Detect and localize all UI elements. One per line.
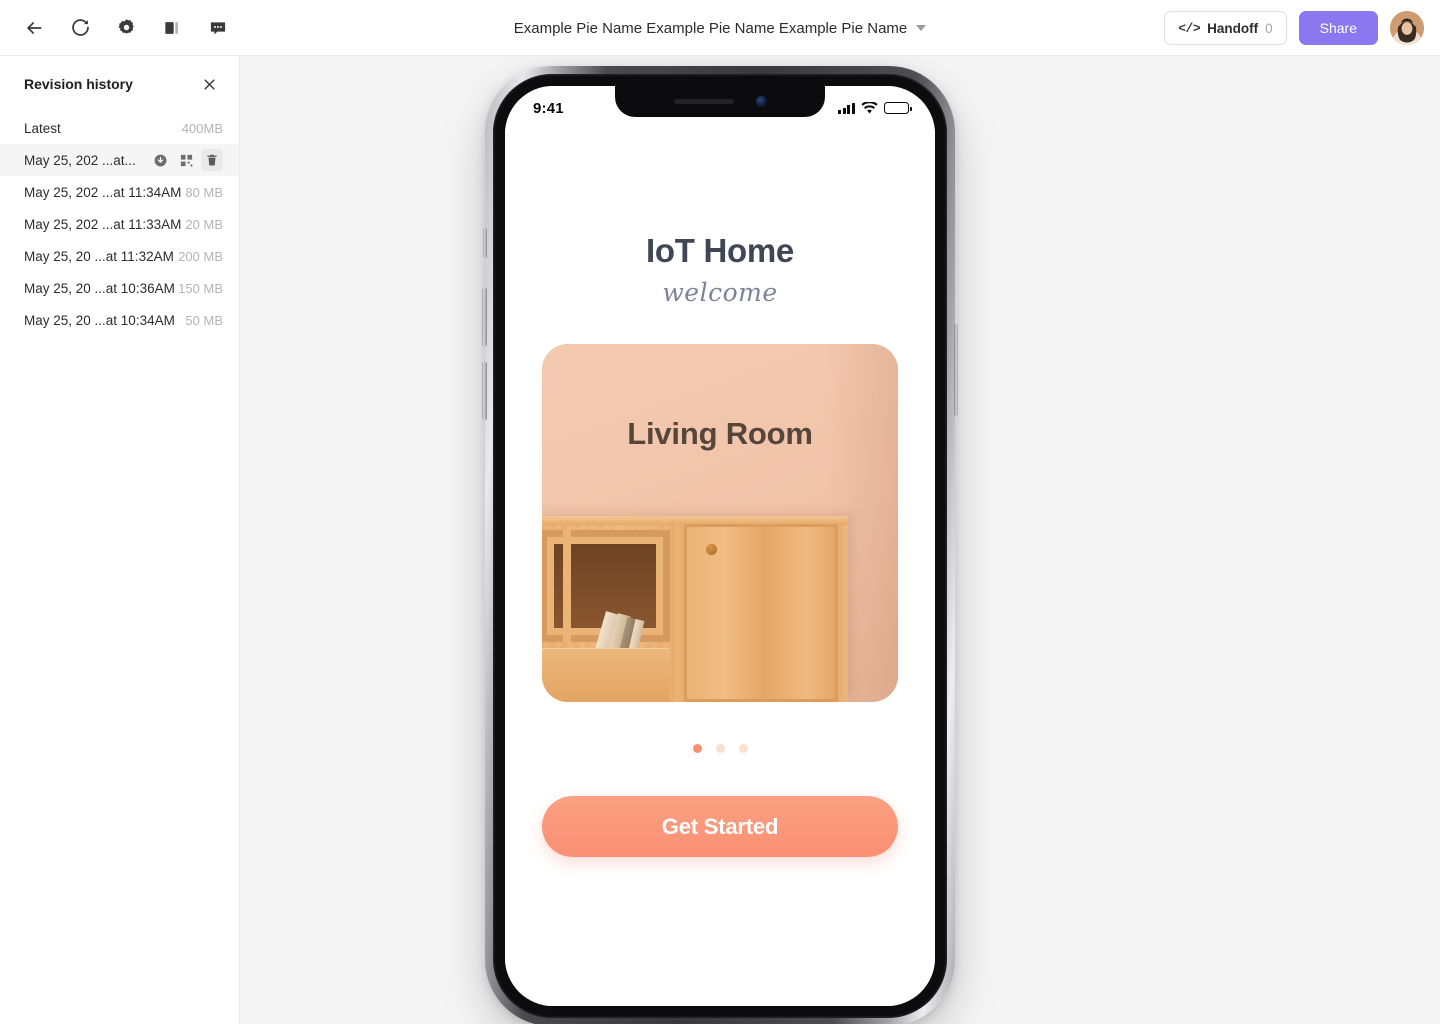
device-screen: IoT Home welcome Living Room Get Started… [505,86,935,1006]
code-brackets-icon: </> [1178,20,1201,36]
restore-revision-button[interactable] [175,149,197,171]
get-started-button[interactable]: Get Started [542,796,898,857]
document-title-menu[interactable]: Example Pie Name Example Pie Name Exampl… [508,16,933,41]
chevron-down-icon [916,25,927,31]
revision-size: 150 MB [178,280,223,296]
close-panel-button[interactable] [197,72,221,96]
grid-squares-icon [180,154,192,166]
list-item[interactable]: May 25, 202 ...at 11:34AM 80 MB [0,176,239,208]
comments-button[interactable] [200,10,236,46]
power-button [953,324,958,416]
cabinet-illustration [542,516,848,702]
revision-size: 200 MB [178,248,223,264]
shelf-divider [563,530,571,642]
get-started-label: Get Started [661,813,779,839]
comment-icon [210,21,226,34]
list-item[interactable]: May 25, 20 ...at 10:36AM 150 MB [0,272,239,304]
revision-size: 400MB [181,120,223,136]
download-revision-button[interactable] [149,149,171,171]
panel-title: Revision history [24,76,133,92]
reload-button[interactable] [62,10,98,46]
top-toolbar: Example Pie Name Example Pie Name Exampl… [0,0,1440,56]
list-item[interactable]: May 25, 202 ...at 11:33AM 20 MB [0,208,239,240]
page-title: Example Pie Name Example Pie Name Exampl… [513,19,908,37]
volume-down-button [482,362,487,420]
silent-switch [482,228,487,258]
revision-label: Latest [24,120,61,136]
revision-size: 80 MB [185,184,223,200]
cabinet-knob [706,544,717,555]
handoff-button[interactable]: </> Handoff 0 [1164,11,1287,45]
room-label: Living Room [627,416,813,451]
battery-icon [884,102,912,114]
app-title: IoT Home [646,232,794,269]
panel-toggle-icon [165,21,178,34]
room-card[interactable]: Living Room [542,344,898,702]
status-icons [838,102,912,114]
trash-icon [207,154,217,166]
avatar[interactable] [1390,11,1424,45]
pagination-dot-3[interactable] [738,744,748,753]
pagination-dot-2[interactable] [715,744,725,753]
revision-row-actions [149,149,223,171]
revision-label: May 25, 202 ...at 11:34AM [24,184,182,200]
avatar-photo [1390,11,1424,45]
iphone-mockup: IoT Home welcome Living Room Get Started… [482,66,958,1024]
arrow-left-icon [27,21,42,34]
list-item[interactable]: May 25, 20 ...at 10:34AM 50 MB [0,304,239,336]
handoff-label: Handoff [1207,20,1259,36]
download-circle-icon [154,154,166,166]
revision-label: May 25, 202 ...at... [24,152,136,168]
list-item[interactable]: May 25, 20 ...at 11:32AM 200 MB [0,240,239,272]
panel-toggle-button[interactable] [154,10,190,46]
status-time: 9:41 [533,99,564,117]
gear-icon [117,19,134,34]
revision-size: 50 MB [185,312,223,328]
revision-label: May 25, 20 ...at 10:36AM [24,280,175,296]
status-bar: 9:41 [505,86,935,130]
share-button[interactable]: Share [1298,11,1378,45]
pagination-dot-1[interactable] [692,744,702,753]
delete-revision-button[interactable] [201,149,223,171]
revision-label: May 25, 20 ...at 11:32AM [24,248,174,264]
design-canvas[interactable]: IoT Home welcome Living Room Get Started… [240,56,1440,1024]
revision-label: May 25, 202 ...at 11:33AM [24,216,182,232]
toolbar-right-group: </> Handoff 0 Share [1164,0,1424,56]
panel-header: Revision history [0,56,239,106]
toolbar-left-group [0,10,236,46]
revision-history-panel: Revision history Latest 400MB May 25, 20… [0,56,240,1024]
wifi-icon [861,102,878,114]
list-item[interactable]: Latest 400MB [0,112,239,144]
app-subtitle: welcome [662,278,778,307]
cellular-bars-icon [838,103,855,114]
cabinet-drawer [542,648,670,702]
cabinet-door [684,524,838,702]
revision-size: 20 MB [185,216,223,232]
revision-label: May 25, 20 ...at 10:34AM [24,312,175,328]
close-icon [203,78,215,90]
app-screen: IoT Home welcome Living Room Get Started [505,86,935,1006]
handoff-count: 0 [1265,20,1273,36]
refresh-icon [71,19,89,36]
list-item[interactable]: May 25, 202 ...at... [0,144,239,176]
carousel-pagination [505,744,935,753]
volume-up-button [482,288,487,346]
back-button[interactable] [16,10,52,46]
settings-button[interactable] [108,10,144,46]
